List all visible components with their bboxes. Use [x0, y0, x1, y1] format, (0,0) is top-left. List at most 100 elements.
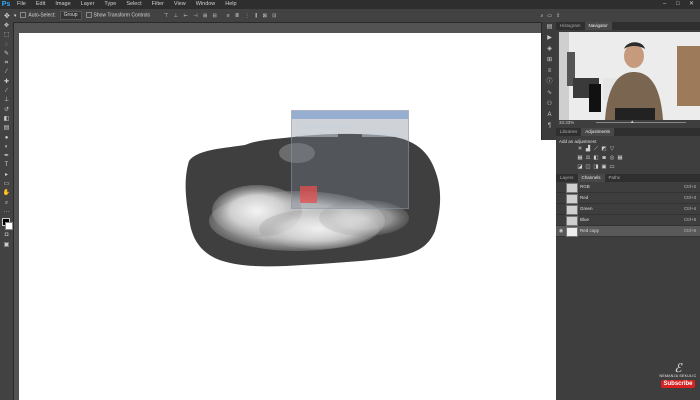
transform-controls-checkbox[interactable]: Show Transform Controls [85, 12, 150, 19]
dialog-field [298, 125, 353, 129]
rectangle-tool-icon[interactable]: ▭ [0, 180, 13, 189]
navigator-zoom-row: 33.33% ▲ [556, 119, 700, 126]
properties-icon[interactable]: ◈ [542, 44, 557, 55]
zoom-value[interactable]: 33.33% [559, 120, 574, 126]
invert-icon[interactable]: ◪ [576, 164, 584, 170]
curves-icon[interactable]: ⟋ [592, 146, 600, 153]
close-icon[interactable]: ✕ [689, 0, 694, 9]
crop-tool-icon[interactable]: ⌗ [0, 59, 13, 68]
gradient-map-icon[interactable]: ▭ [608, 164, 616, 170]
tab-paths[interactable]: Paths [605, 174, 625, 182]
document-canvas[interactable] [19, 33, 556, 400]
search-icon[interactable]: ⌕ [540, 13, 543, 19]
menu-select[interactable]: Select [121, 0, 146, 9]
move-tool-icon[interactable]: ✥ [0, 22, 13, 31]
channel-row-rgb[interactable]: RGB Ctrl+2 [556, 182, 700, 193]
tab-navigator[interactable]: Navigator [584, 22, 612, 30]
people-icon[interactable]: ⚇ [542, 99, 557, 110]
hand-tool-icon[interactable]: ✋ [0, 189, 13, 198]
channel-row-red-copy[interactable]: ◉ Red copy Ctrl+6 [556, 226, 700, 237]
channel-row-blue[interactable]: Blue Ctrl+5 [556, 215, 700, 226]
brush-tool-icon[interactable]: ∕ [0, 87, 13, 96]
menu-help[interactable]: Help [220, 0, 241, 9]
character-icon[interactable]: A [542, 110, 557, 121]
info-icon[interactable]: ⓘ [542, 77, 557, 88]
photo-filter-icon[interactable]: ◙ [600, 155, 608, 161]
checkbox-icon [85, 12, 92, 19]
share-icon[interactable]: ⇪ [556, 13, 560, 19]
exposure-icon[interactable]: ◩ [600, 146, 608, 153]
tab-adjustments[interactable]: Adjustments [581, 128, 615, 136]
clone-stamp-icon[interactable]: ⊥ [0, 96, 13, 105]
menu-window[interactable]: Window [191, 0, 221, 9]
screen-mode-icon[interactable]: ▣ [0, 241, 13, 250]
history-brush-icon[interactable]: ↺ [0, 106, 13, 115]
layers-icon[interactable]: ≡ [542, 66, 557, 77]
paragraph-icon[interactable]: ¶ [542, 121, 557, 132]
play-icon[interactable]: ▶ [542, 33, 557, 44]
healing-brush-icon[interactable]: ✚ [0, 78, 13, 87]
chevron-down-icon[interactable]: ▾ [14, 13, 17, 19]
pen-tool-icon[interactable]: ✒ [0, 152, 13, 161]
distribute-icons[interactable]: ≡ ≣ ⋮ ⫼ ⊠ ⊡ [227, 13, 279, 19]
channel-thumbnail [566, 183, 578, 193]
zoom-slider[interactable] [596, 122, 686, 123]
tab-layers[interactable]: Layers [556, 174, 578, 182]
workspace-icon[interactable]: ▭ [547, 13, 552, 19]
hue-saturation-icon[interactable]: ▦ [576, 155, 584, 161]
channel-shortcut: Ctrl+6 [684, 228, 697, 233]
more-tools-icon[interactable]: ··· [0, 208, 13, 217]
tab-libraries[interactable]: Libraries [556, 128, 581, 136]
grid-icon[interactable]: ⊞ [542, 55, 557, 66]
eyedropper-tool-icon[interactable]: ⁄ [0, 68, 13, 77]
auto-select-checkbox[interactable]: Auto-Select: [20, 12, 56, 19]
menu-file[interactable]: File [12, 0, 31, 9]
black-white-icon[interactable]: ◧ [592, 155, 600, 161]
tab-channels[interactable]: Channels [577, 174, 605, 182]
lasso-tool-icon[interactable]: ◌ [0, 41, 13, 50]
levels-icon[interactable]: ▟ [584, 146, 592, 153]
dodge-tool-icon[interactable]: ◐ [0, 143, 13, 152]
quick-select-tool-icon[interactable]: ✎ [0, 50, 13, 59]
menu-view[interactable]: View [169, 0, 191, 9]
minimize-icon[interactable]: – [663, 0, 666, 9]
background-color[interactable] [5, 222, 13, 231]
channel-row-red[interactable]: Red Ctrl+3 [556, 193, 700, 204]
auto-select-dropdown[interactable]: Group [59, 11, 82, 20]
type-tool-icon[interactable]: T [0, 161, 13, 170]
color-lookup-icon[interactable]: ▦ [616, 155, 624, 161]
eraser-tool-icon[interactable]: ◧ [0, 115, 13, 124]
subscribe-button[interactable]: Subscribe [661, 380, 695, 388]
menu-layer[interactable]: Layer [76, 0, 100, 9]
zoom-slider-handle[interactable]: ▲ [630, 119, 634, 125]
vibrance-icon[interactable]: ▽ [608, 146, 616, 153]
visibility-eye-icon[interactable]: ◉ [558, 226, 564, 236]
path-select-icon[interactable]: ▸ [0, 171, 13, 180]
channel-row-green[interactable]: Green Ctrl+4 [556, 204, 700, 215]
channel-mixer-icon[interactable]: ◎ [608, 155, 616, 161]
menu-filter[interactable]: Filter [147, 0, 169, 9]
gradient-tool-icon[interactable]: ▤ [0, 124, 13, 133]
menu-edit[interactable]: Edit [31, 0, 50, 9]
marquee-tool-icon[interactable]: ⬚ [0, 31, 13, 40]
align-icons[interactable]: ⊤ ⊥ ⊢ ⊣ ⊞ ⊟ [164, 13, 219, 19]
brightness-icon[interactable]: ☀ [576, 146, 584, 153]
selective-color-icon[interactable]: ▣ [600, 164, 608, 170]
maximize-icon[interactable]: □ [676, 0, 680, 9]
blur-tool-icon[interactable]: ● [0, 134, 13, 143]
move-tool-preset-icon[interactable]: ✥ [4, 12, 10, 20]
tab-histogram[interactable]: Histogram [556, 22, 585, 30]
quick-mask-icon[interactable]: ◘ [0, 231, 13, 240]
history-icon[interactable]: ▤ [542, 22, 557, 33]
posterize-icon[interactable]: ◫ [584, 164, 592, 170]
navigator-thumbnail[interactable] [559, 32, 700, 120]
color-balance-icon[interactable]: ⚖ [584, 155, 592, 161]
zoom-tool-icon[interactable]: ⌕ [0, 199, 13, 208]
menu-type[interactable]: Type [99, 0, 121, 9]
channel-label: Blue [580, 217, 590, 222]
brush-settings-icon[interactable]: ∿ [542, 88, 557, 99]
threshold-icon[interactable]: ◨ [592, 164, 600, 170]
menu-image[interactable]: Image [50, 0, 75, 9]
color-swatches[interactable] [0, 217, 13, 231]
channel-thumbnail [566, 216, 578, 226]
